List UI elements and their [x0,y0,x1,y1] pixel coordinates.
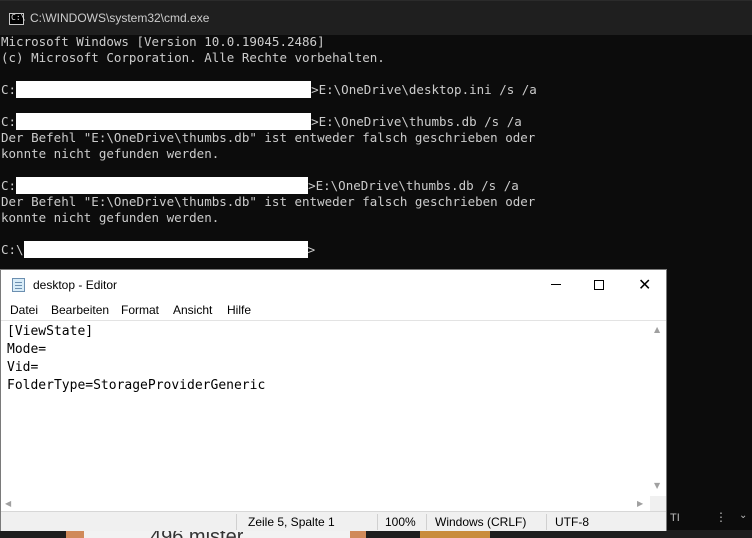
editor-line: FolderType=StorageProviderGeneric [7,378,266,393]
console-line: Der Befehl "E:\OneDrive\thumbs.db" ist e… [1,130,752,146]
console-line: C: >E:\OneDrive\thumbs.db /s /a [1,177,752,194]
editor-window: desktop - Editor ✕ Datei Bearbeiten Form… [0,269,667,531]
status-separator [426,514,427,530]
cmd-icon: C:\ [9,13,26,25]
editor-content[interactable]: [ViewState] Mode= Vid= FolderType=Storag… [7,323,647,395]
menu-format[interactable]: Format [121,303,159,317]
console-line: Der Befehl "E:\OneDrive\thumbs.db" ist e… [1,194,752,210]
notepad-icon [12,278,25,292]
scroll-up-icon[interactable]: ▲ [654,325,660,334]
menu-hilfe[interactable]: Hilfe [227,303,251,317]
redacted-path [16,177,309,194]
status-separator [236,514,237,530]
status-encoding: UTF-8 [555,515,589,529]
scrollbar-corner [650,496,666,512]
console-line: C: >E:\OneDrive\desktop.ini /s /a [1,81,752,98]
console-line: C:\ > [1,241,752,258]
close-button[interactable]: ✕ [621,270,667,300]
console-command: >E:\OneDrive\desktop.ini /s /a [311,82,537,97]
console-text: Microsoft Windows [Version 10.0.19045.24… [1,34,325,49]
scroll-right-icon[interactable]: ▶ [637,499,643,508]
editor-line: Vid= [7,360,39,375]
cmd-window-title: C:\WINDOWS\system32\cmd.exe [30,11,210,25]
editor-text-area[interactable]: [ViewState] Mode= Vid= FolderType=Storag… [1,320,666,512]
console-line: konnte nicht gefunden werden. [1,146,752,162]
maximize-button[interactable] [577,270,623,300]
vertical-scrollbar[interactable]: ▲ ▼ [650,321,666,496]
status-cursor-position: Zeile 5, Spalte 1 [248,515,335,529]
background-orange-block-2 [420,530,490,538]
chevron-down-icon[interactable]: ⌄ [739,510,747,521]
redacted-path [23,241,308,258]
editor-statusbar: Zeile 5, Spalte 1 100% Windows (CRLF) UT… [1,511,666,531]
cmd-icon-glyph: C:\ [11,13,26,22]
console-text: Der Befehl "E:\OneDrive\thumbs.db" ist e… [1,194,536,209]
console-command: >E:\OneDrive\thumbs.db /s /a [311,114,522,129]
console-text: C: [1,114,17,129]
more-options-icon[interactable]: ⋮ [715,510,727,524]
editor-menubar: Datei Bearbeiten Format Ansicht Hilfe [1,300,666,320]
console-line: C: >E:\OneDrive\thumbs.db /s /a [1,113,752,130]
close-icon: ✕ [638,275,652,294]
status-zoom: 100% [385,515,416,529]
console-text: C: [1,178,17,193]
minimize-button[interactable] [533,270,579,300]
minimize-icon [551,284,561,285]
scroll-left-icon[interactable]: ◀ [5,499,11,508]
console-line: (c) Microsoft Corporation. Alle Rechte v… [1,50,752,66]
menu-datei[interactable]: Datei [10,303,38,317]
scroll-down-icon[interactable]: ▼ [654,481,660,490]
editor-line: [ViewState] [7,324,94,339]
console-text: C: [1,82,17,97]
editor-titlebar[interactable]: desktop - Editor ✕ [1,270,666,300]
status-line-ending: Windows (CRLF) [435,515,527,529]
menu-bearbeiten[interactable]: Bearbeiten [51,303,109,317]
console-text: (c) Microsoft Corporation. Alle Rechte v… [1,50,385,65]
editor-window-title: desktop - Editor [33,278,118,292]
maximize-icon [594,280,604,290]
editor-line: Mode= [7,342,47,357]
background-right-text: TI [670,512,680,524]
console-text: Der Befehl "E:\OneDrive\thumbs.db" ist e… [1,130,536,145]
console-line: Microsoft Windows [Version 10.0.19045.24… [1,34,752,50]
console-command: > [307,242,316,257]
status-separator [377,514,378,530]
console-text: konnte nicht gefunden werden. [1,146,220,161]
console-text: C:\ [1,242,24,257]
console-text: konnte nicht gefunden werden. [1,210,220,225]
redacted-path [16,113,312,130]
menu-ansicht[interactable]: Ansicht [173,303,212,317]
cmd-titlebar[interactable]: C:\ C:\WINDOWS\system32\cmd.exe [0,0,752,35]
console-line: konnte nicht gefunden werden. [1,210,752,226]
console-output[interactable]: Microsoft Windows [Version 10.0.19045.24… [1,34,752,258]
console-command: >E:\OneDrive\thumbs.db /s /a [308,178,519,193]
redacted-path [16,81,312,98]
horizontal-scrollbar[interactable]: ◀ ▶ [1,496,650,512]
status-separator [546,514,547,530]
